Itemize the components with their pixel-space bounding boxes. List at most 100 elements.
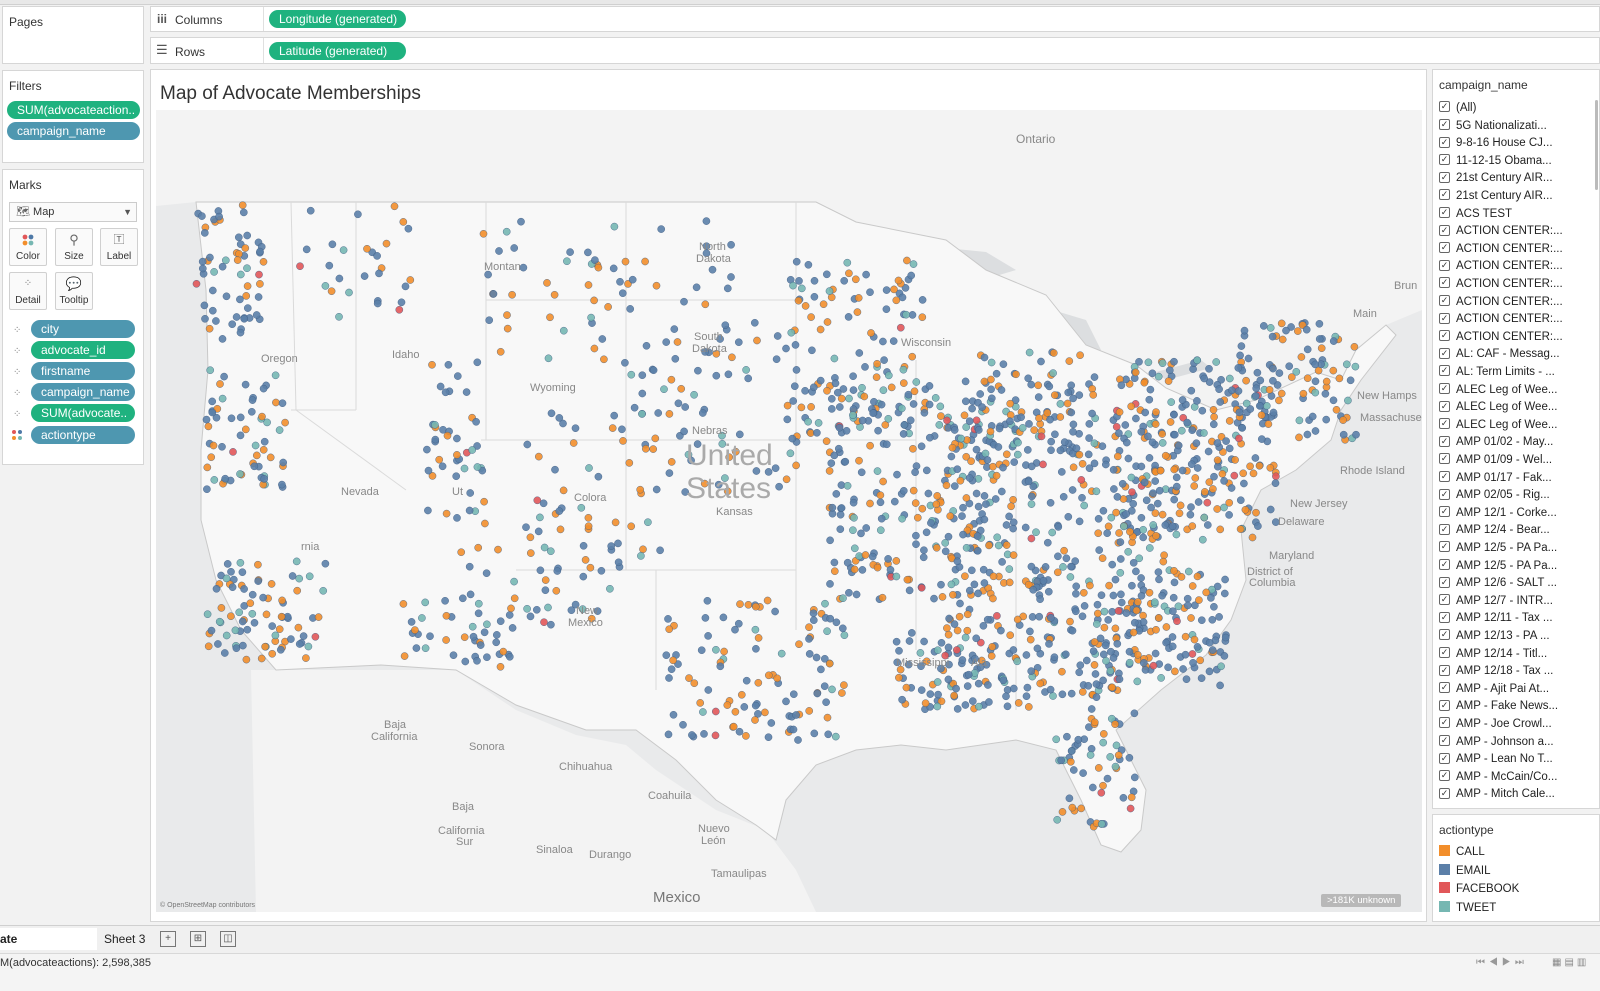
map-mark[interactable] [744, 374, 753, 383]
map-mark[interactable] [823, 386, 831, 395]
map-mark[interactable] [649, 445, 658, 453]
map-mark[interactable] [1085, 420, 1094, 428]
map-mark[interactable] [1202, 588, 1210, 597]
map-mark[interactable] [304, 642, 313, 651]
map-mark[interactable] [443, 431, 452, 440]
label-button[interactable]: 🅃 Label [100, 228, 138, 266]
map-mark[interactable] [1322, 377, 1331, 386]
map-mark[interactable] [441, 596, 449, 605]
map-mark[interactable] [972, 445, 981, 454]
map-mark[interactable] [1193, 643, 1202, 651]
map-mark[interactable] [654, 409, 663, 417]
map-mark[interactable] [773, 332, 782, 340]
map-mark[interactable] [1054, 523, 1063, 531]
map-mark[interactable] [943, 416, 951, 425]
map-mark[interactable] [406, 276, 415, 284]
map-mark[interactable] [1009, 551, 1018, 559]
map-mark[interactable] [1156, 466, 1165, 475]
map-mark[interactable] [275, 625, 284, 634]
map-mark[interactable] [1108, 683, 1117, 692]
map-mark[interactable] [1171, 667, 1179, 676]
map-mark[interactable] [227, 414, 236, 423]
map-mark[interactable] [1158, 359, 1167, 367]
map-mark[interactable] [235, 250, 243, 258]
map-mark[interactable] [473, 463, 482, 471]
map-mark[interactable] [893, 470, 901, 479]
map-mark[interactable] [1080, 602, 1089, 610]
map-mark[interactable] [1208, 646, 1217, 654]
map-mark[interactable] [222, 292, 231, 301]
map-mark[interactable] [993, 612, 1001, 620]
checkbox-checked-icon[interactable]: ✓ [1439, 242, 1450, 254]
map-mark[interactable] [243, 231, 251, 240]
map-mark[interactable] [1075, 517, 1084, 526]
map-mark[interactable] [1157, 674, 1165, 682]
map-mark[interactable] [292, 557, 301, 566]
map-mark[interactable] [1269, 364, 1277, 373]
map-mark[interactable] [1199, 535, 1207, 544]
map-mark[interactable] [912, 378, 921, 386]
campaign-filter-item[interactable]: ✓ AMP 12/5 - PA Pa... [1439, 558, 1557, 576]
map-mark[interactable] [1010, 458, 1019, 466]
map-mark[interactable] [1087, 705, 1096, 713]
map-mark[interactable] [1046, 685, 1055, 694]
map-mark[interactable] [496, 347, 505, 356]
map-mark[interactable] [1183, 594, 1192, 603]
map-mark[interactable] [982, 500, 990, 508]
map-mark[interactable] [1028, 492, 1036, 501]
map-mark[interactable] [1170, 357, 1178, 366]
map-mark[interactable] [256, 247, 264, 256]
campaign-filter-item[interactable]: ✓ ALEC Leg of Wee... [1439, 417, 1557, 435]
map-mark[interactable] [1171, 430, 1179, 439]
map-mark[interactable] [1046, 498, 1055, 507]
map-mark[interactable] [832, 732, 840, 741]
map-mark[interactable] [1194, 498, 1203, 506]
map-mark[interactable] [885, 371, 893, 380]
map-mark[interactable] [1152, 531, 1160, 540]
map-mark[interactable] [424, 506, 432, 515]
checkbox-checked-icon[interactable]: ✓ [1439, 787, 1450, 799]
map-mark[interactable] [299, 632, 308, 640]
map-mark[interactable] [1168, 522, 1177, 531]
map-mark[interactable] [1127, 402, 1136, 411]
map-mark[interactable] [791, 341, 800, 349]
map-mark[interactable] [254, 560, 262, 569]
map-mark[interactable] [946, 512, 955, 520]
map-mark[interactable] [233, 256, 242, 264]
map-mark[interactable] [614, 539, 622, 548]
campaign-filter-item[interactable]: ✓ ACTION CENTER:... [1439, 329, 1563, 347]
map-mark[interactable] [1067, 747, 1076, 755]
map-mark[interactable] [855, 552, 864, 560]
map-mark[interactable] [1029, 585, 1038, 594]
map-mark[interactable] [1066, 617, 1074, 626]
map-mark[interactable] [279, 458, 287, 467]
map-mark[interactable] [1237, 342, 1246, 350]
map-mark[interactable] [950, 426, 959, 434]
map-mark[interactable] [1189, 659, 1197, 667]
map-mark[interactable] [892, 296, 901, 305]
map-mark[interactable] [702, 217, 711, 225]
map-mark[interactable] [820, 682, 829, 691]
map-mark[interactable] [203, 463, 212, 472]
map-mark[interactable] [1154, 499, 1162, 508]
map-mark[interactable] [1101, 641, 1110, 650]
map-mark[interactable] [621, 358, 629, 367]
map-mark[interactable] [1088, 409, 1096, 418]
map-mark[interactable] [891, 497, 899, 506]
map-mark[interactable] [411, 626, 419, 634]
map-mark[interactable] [840, 631, 849, 640]
map-mark[interactable] [731, 708, 740, 716]
map-mark[interactable] [1133, 677, 1142, 686]
map-mark[interactable] [1132, 414, 1140, 423]
map-mark[interactable] [1063, 399, 1072, 408]
tooltip-button[interactable]: 💬 Tooltip [55, 272, 93, 310]
map-mark[interactable] [268, 622, 276, 630]
map-mark[interactable] [828, 394, 836, 403]
new-worksheet-icon[interactable]: + [160, 931, 176, 947]
map-mark[interactable] [461, 657, 470, 666]
map-mark[interactable] [281, 418, 289, 427]
map-mark[interactable] [933, 702, 942, 711]
campaign-filter-item[interactable]: ✓ 5G Nationalizati... [1439, 118, 1547, 136]
map-mark[interactable] [1069, 463, 1078, 472]
map-mark[interactable] [925, 382, 934, 390]
